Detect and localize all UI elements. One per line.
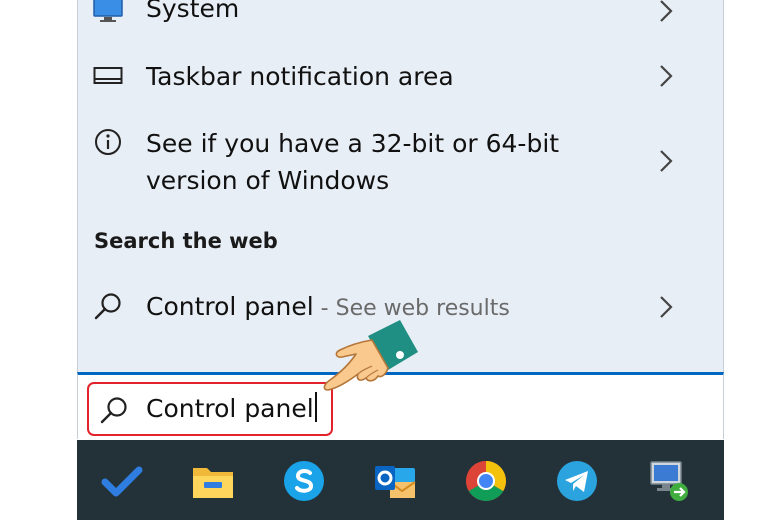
microsoft-todo-icon[interactable] — [99, 458, 145, 504]
taskbar — [77, 440, 724, 520]
chevron-right-icon — [660, 0, 673, 22]
chevron-right-icon — [660, 150, 673, 172]
text-caret — [314, 392, 317, 422]
taskbar-icon — [92, 60, 124, 92]
outlook-icon[interactable] — [372, 458, 418, 504]
result-system-label: System — [146, 0, 240, 23]
remote-desktop-icon[interactable] — [645, 458, 691, 504]
section-header-search-the-web: Search the web — [94, 229, 278, 253]
chevron-right-icon — [660, 65, 673, 87]
search-input[interactable]: Control panel — [87, 382, 333, 436]
skype-icon[interactable] — [281, 458, 327, 504]
web-result-query: Control panel — [146, 292, 314, 321]
search-query-text: Control panel — [146, 394, 314, 423]
telegram-icon[interactable] — [554, 458, 600, 504]
monitor-icon — [92, 0, 124, 26]
search-icon — [100, 397, 127, 424]
chrome-icon[interactable] — [463, 458, 509, 504]
result-32-64-label-line1: See if you have a 32-bit or 64-bit — [146, 129, 560, 158]
file-explorer-icon[interactable] — [190, 458, 236, 504]
result-taskbar-label: Taskbar notification area — [146, 62, 454, 91]
info-icon — [92, 126, 124, 158]
pointing-hand-icon — [323, 320, 418, 391]
result-taskbar-notification-area[interactable]: Taskbar notification area — [78, 56, 723, 100]
search-input-value: Control panel — [146, 392, 317, 426]
result-32-64-label-line2: version of Windows — [146, 166, 390, 195]
chevron-right-icon — [660, 296, 673, 318]
result-32-or-64-bit[interactable]: See if you have a 32-bit or 64-bit versi… — [78, 122, 723, 202]
result-system[interactable]: System — [78, 0, 723, 34]
search-icon — [92, 290, 124, 322]
